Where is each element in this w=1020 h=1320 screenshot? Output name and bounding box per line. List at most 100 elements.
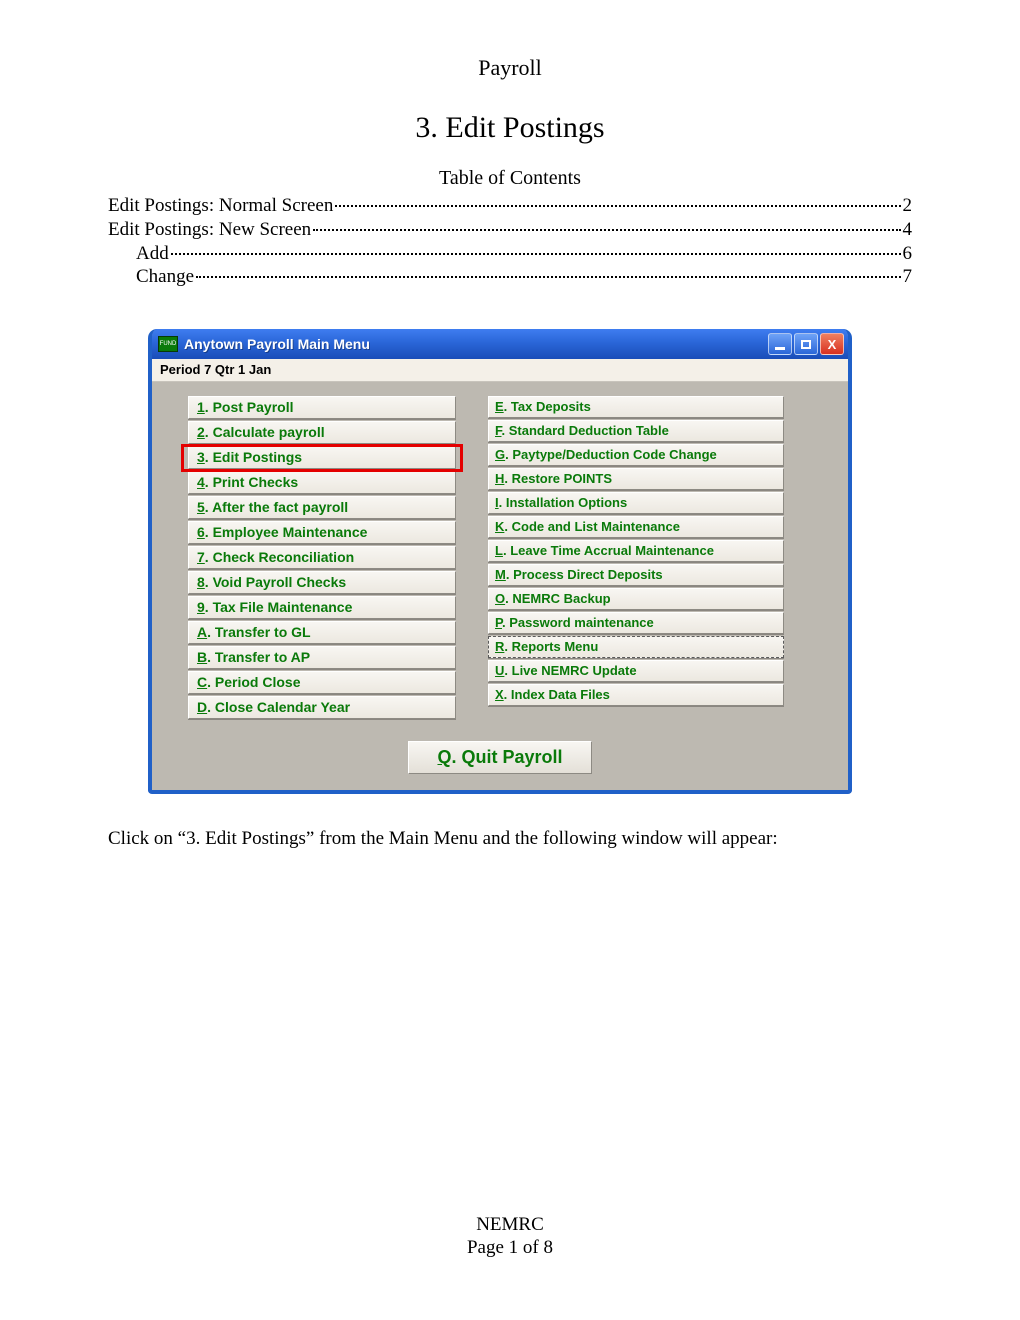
menu-item-label: Transfer to GL xyxy=(215,624,311,640)
menu-item-key: C xyxy=(197,674,207,690)
minimize-button[interactable] xyxy=(768,333,792,355)
toc-page: 2 xyxy=(903,194,913,218)
menu-item-5[interactable]: 5. After the fact payroll xyxy=(188,496,456,519)
menu-item-key: 1 xyxy=(197,399,205,415)
menu-item-label: Check Reconciliation xyxy=(213,549,355,565)
menu-item-key: 2 xyxy=(197,424,205,440)
toc-dots xyxy=(335,205,900,207)
menu-item-x[interactable]: X. Index Data Files xyxy=(488,684,784,706)
toc-label: Add xyxy=(136,242,169,266)
menu-item-key: G xyxy=(495,447,505,462)
menu-item-key: 6 xyxy=(197,524,205,540)
page-header-section: 3. Edit Postings xyxy=(108,111,912,145)
menu-item-label: Post Payroll xyxy=(213,399,294,415)
menu-item-g[interactable]: G. Paytype/Deduction Code Change xyxy=(488,444,784,466)
menu-item-label: Transfer to AP xyxy=(215,649,310,665)
menu-item-key: 3 xyxy=(197,449,205,465)
menu-item-3[interactable]: 3. Edit Postings xyxy=(188,446,456,469)
menu-item-label: Reports Menu xyxy=(512,639,599,654)
menu-item-key: 9 xyxy=(197,599,205,615)
menu-item-key: K xyxy=(495,519,504,534)
menu-item-label: Period Close xyxy=(215,674,301,690)
menu-item-2[interactable]: 2. Calculate payroll xyxy=(188,421,456,444)
menu-item-key: A xyxy=(197,624,207,640)
menu-item-key: B xyxy=(197,649,207,665)
toc: Edit Postings: Normal Screen2Edit Postin… xyxy=(108,194,912,289)
menu-item-key: 4 xyxy=(197,474,205,490)
menu-item-o[interactable]: O. NEMRC Backup xyxy=(488,588,784,610)
menu-item-i[interactable]: I. Installation Options xyxy=(488,492,784,514)
menu-item-m[interactable]: M. Process Direct Deposits xyxy=(488,564,784,586)
menu-item-l[interactable]: L. Leave Time Accrual Maintenance xyxy=(488,540,784,562)
quit-button[interactable]: Q. Quit Payroll xyxy=(408,741,591,774)
app-icon: FUND xyxy=(158,336,178,352)
menu-item-e[interactable]: E. Tax Deposits xyxy=(488,396,784,418)
close-button[interactable]: X xyxy=(820,333,844,355)
toc-row[interactable]: Change 7 xyxy=(108,265,912,289)
app-window: FUND Anytown Payroll Main Menu X Period … xyxy=(148,329,852,794)
menu-item-d[interactable]: D. Close Calendar Year xyxy=(188,696,456,719)
menu-item-key: H xyxy=(495,471,504,486)
toc-row[interactable]: Add 6 xyxy=(108,242,912,266)
menu-item-label: Tax Deposits xyxy=(511,399,591,414)
menu-item-key: M xyxy=(495,567,506,582)
menu-item-key: 7 xyxy=(197,549,205,565)
toc-row[interactable]: Edit Postings: Normal Screen2 xyxy=(108,194,912,218)
menu-item-p[interactable]: P. Password maintenance xyxy=(488,612,784,634)
menu-item-label: Index Data Files xyxy=(511,687,610,702)
menu-item-key: O xyxy=(495,591,505,606)
menu-item-label: Employee Maintenance xyxy=(213,524,368,540)
menu-item-6[interactable]: 6. Employee Maintenance xyxy=(188,521,456,544)
menu-item-c[interactable]: C. Period Close xyxy=(188,671,456,694)
menu-item-key: L xyxy=(495,543,503,558)
menu-item-4[interactable]: 4. Print Checks xyxy=(188,471,456,494)
menu-item-key: X xyxy=(495,687,504,702)
menu-item-f[interactable]: F. Standard Deduction Table xyxy=(488,420,784,442)
menu-item-label: Leave Time Accrual Maintenance xyxy=(510,543,714,558)
menu-item-key: R xyxy=(495,639,504,654)
menu-item-7[interactable]: 7. Check Reconciliation xyxy=(188,546,456,569)
menu-item-k[interactable]: K. Code and List Maintenance xyxy=(488,516,784,538)
menu-item-label: Print Checks xyxy=(213,474,299,490)
menu-item-9[interactable]: 9. Tax File Maintenance xyxy=(188,596,456,619)
menu-item-1[interactable]: 1. Post Payroll xyxy=(188,396,456,419)
menu-item-label: Void Payroll Checks xyxy=(213,574,347,590)
page-header-payroll: Payroll xyxy=(108,55,912,81)
menu-item-key: U xyxy=(495,663,504,678)
toc-label: Change xyxy=(136,265,194,289)
toc-label: Edit Postings: New Screen xyxy=(108,218,311,242)
menu-item-b[interactable]: B. Transfer to AP xyxy=(188,646,456,669)
menu-item-label: NEMRC Backup xyxy=(512,591,610,606)
period-bar: Period 7 Qtr 1 Jan xyxy=(152,359,848,382)
menu-item-u[interactable]: U. Live NEMRC Update xyxy=(488,660,784,682)
toc-row[interactable]: Edit Postings: New Screen4 xyxy=(108,218,912,242)
menu-column-right: E. Tax DepositsF. Standard Deduction Tab… xyxy=(488,396,784,708)
toc-page: 6 xyxy=(903,242,913,266)
menu-item-8[interactable]: 8. Void Payroll Checks xyxy=(188,571,456,594)
menu-item-label: Standard Deduction Table xyxy=(509,423,669,438)
menu-item-a[interactable]: A. Transfer to GL xyxy=(188,621,456,644)
menu-item-key: P xyxy=(495,615,502,630)
menu-item-key: D xyxy=(197,699,207,715)
menu-item-h[interactable]: H. Restore POINTS xyxy=(488,468,784,490)
toc-dots xyxy=(171,253,901,255)
menu-item-label: Password maintenance xyxy=(509,615,654,630)
menu-item-key: E xyxy=(495,399,504,414)
titlebar: FUND Anytown Payroll Main Menu X xyxy=(152,329,848,359)
maximize-button[interactable] xyxy=(794,333,818,355)
menu-item-label: Calculate payroll xyxy=(213,424,325,440)
menu-item-label: Close Calendar Year xyxy=(215,699,350,715)
menu-column-left: 1. Post Payroll2. Calculate payroll3. Ed… xyxy=(188,396,456,721)
menu-item-label: Process Direct Deposits xyxy=(513,567,663,582)
menu-item-key: 5 xyxy=(197,499,205,515)
toc-page: 7 xyxy=(903,265,913,289)
menu-item-label: Live NEMRC Update xyxy=(512,663,637,678)
instruction-text: Click on “3. Edit Postings” from the Mai… xyxy=(108,828,912,850)
menu-item-label: Edit Postings xyxy=(213,449,302,465)
menu-item-key: 8 xyxy=(197,574,205,590)
toc-dots xyxy=(313,229,900,231)
menu-item-r[interactable]: R. Reports Menu xyxy=(488,636,784,658)
menu-item-label: Paytype/Deduction Code Change xyxy=(512,447,716,462)
menu-item-label: Code and List Maintenance xyxy=(512,519,680,534)
footer-org: NEMRC xyxy=(0,1213,1020,1237)
